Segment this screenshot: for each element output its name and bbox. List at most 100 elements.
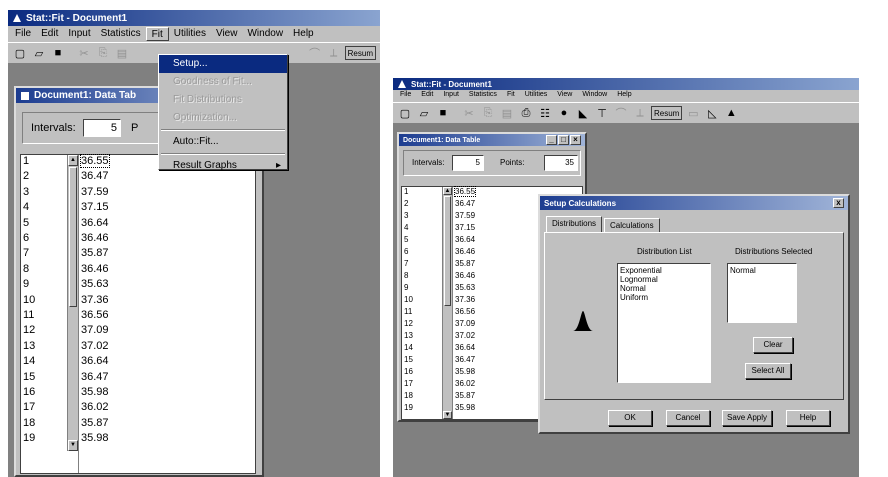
- menu-statistics[interactable]: Statistics: [464, 90, 502, 102]
- resume-button[interactable]: Resum: [651, 106, 683, 120]
- menu-input[interactable]: Input: [438, 90, 464, 102]
- data-cell[interactable]: 36.46: [81, 263, 109, 275]
- scroll-up-arrow-icon[interactable]: ▲: [443, 187, 452, 195]
- dialog-close-icon[interactable]: x: [833, 198, 844, 208]
- paste-icon[interactable]: ▤: [114, 45, 130, 61]
- data-cell[interactable]: 36.56: [455, 307, 475, 316]
- distribution-listbox[interactable]: Exponential Lognormal Normal Uniform: [617, 263, 711, 383]
- scroll-down-arrow-icon[interactable]: ▼: [68, 440, 78, 451]
- data-cell[interactable]: 35.87: [455, 391, 475, 400]
- menu-window[interactable]: Window: [577, 90, 612, 102]
- data-cell[interactable]: 36.46: [455, 247, 475, 256]
- left-intervals-field[interactable]: 5: [83, 119, 121, 137]
- data-cell[interactable]: 37.36: [81, 294, 109, 306]
- data-cell[interactable]: 37.59: [81, 186, 109, 198]
- right-intervals-field[interactable]: 5: [452, 155, 484, 171]
- data-cell[interactable]: 35.98: [455, 367, 475, 376]
- distribution-option[interactable]: Lognormal: [620, 275, 708, 284]
- right-vertical-scrollbar[interactable]: ▲ ▼: [442, 187, 452, 419]
- data-cell[interactable]: 36.55: [453, 186, 477, 197]
- data-cell[interactable]: 35.87: [455, 259, 475, 268]
- distribution-option[interactable]: Exponential: [620, 266, 708, 275]
- data-cell[interactable]: 35.87: [81, 247, 109, 259]
- data-cell[interactable]: 35.63: [81, 278, 109, 290]
- data-cell[interactable]: 36.64: [81, 217, 109, 229]
- menu-view[interactable]: View: [552, 90, 577, 102]
- data-cell[interactable]: 37.02: [455, 331, 475, 340]
- data-cell[interactable]: 35.87: [81, 417, 109, 429]
- menu-input[interactable]: Input: [63, 27, 95, 41]
- save-disk-icon[interactable]: ■: [435, 105, 451, 121]
- comparison-graph-icon[interactable]: ⟂: [326, 45, 342, 61]
- data-cell[interactable]: 37.02: [81, 340, 109, 352]
- open-folder-icon[interactable]: ▱: [416, 105, 432, 121]
- histogram-icon[interactable]: ◣: [575, 105, 591, 121]
- scroll-down-arrow-icon[interactable]: ▼: [443, 411, 452, 419]
- data-cell[interactable]: 36.64: [455, 343, 475, 352]
- distribution-graph-icon[interactable]: ⌒: [613, 105, 629, 121]
- fit-menu-result-graphs[interactable]: Result Graphs ▸: [159, 157, 287, 175]
- statistics-icon[interactable]: ●: [556, 105, 572, 121]
- help-button[interactable]: Help: [786, 410, 830, 426]
- data-cell[interactable]: 36.47: [81, 170, 109, 182]
- table-icon[interactable]: ☷: [537, 105, 553, 121]
- fit-menu-setup[interactable]: Setup...: [159, 55, 287, 73]
- data-cell[interactable]: 37.09: [455, 319, 475, 328]
- data-cell[interactable]: 36.02: [81, 401, 109, 413]
- data-cell[interactable]: 37.36: [455, 295, 475, 304]
- data-cell[interactable]: 36.47: [455, 199, 475, 208]
- distribution-option[interactable]: Normal: [730, 266, 794, 275]
- ok-button[interactable]: OK: [608, 410, 652, 426]
- new-file-icon[interactable]: ▢: [397, 105, 413, 121]
- scroll-thumb[interactable]: [69, 167, 77, 307]
- menu-statistics[interactable]: Statistics: [96, 27, 146, 41]
- maximize-icon[interactable]: □: [558, 135, 569, 145]
- select-all-button[interactable]: Select All: [745, 363, 791, 379]
- data-cell[interactable]: 35.98: [455, 403, 475, 412]
- menu-edit[interactable]: Edit: [416, 90, 438, 102]
- menu-utilities[interactable]: Utilities: [520, 90, 553, 102]
- data-cell[interactable]: 36.64: [81, 355, 109, 367]
- distribution-graph-icon[interactable]: ⌒: [307, 45, 323, 61]
- tab-distributions[interactable]: Distributions: [546, 216, 603, 232]
- new-file-icon[interactable]: ▢: [12, 45, 28, 61]
- blank-tool-icon[interactable]: ▭: [685, 105, 701, 121]
- menu-fit[interactable]: Fit: [502, 90, 520, 102]
- menu-utilities[interactable]: Utilities: [169, 27, 211, 41]
- distribution-option[interactable]: Normal: [620, 284, 708, 293]
- menu-file[interactable]: File: [395, 90, 416, 102]
- data-cell[interactable]: 37.15: [81, 201, 109, 213]
- menu-window[interactable]: Window: [242, 27, 288, 41]
- data-cell[interactable]: 35.98: [81, 386, 109, 398]
- data-cell[interactable]: 35.98: [81, 432, 109, 444]
- data-cell[interactable]: 35.63: [455, 283, 475, 292]
- data-cell[interactable]: 37.09: [81, 324, 109, 336]
- save-disk-icon[interactable]: ■: [50, 45, 66, 61]
- data-cell[interactable]: 36.02: [455, 379, 475, 388]
- auto-fit-icon[interactable]: ▲: [723, 105, 739, 121]
- copy-icon[interactable]: ⎘: [95, 45, 111, 61]
- resume-button[interactable]: Resum: [344, 46, 376, 60]
- scroll-up-arrow-icon[interactable]: ▲: [68, 155, 78, 166]
- data-cell[interactable]: 36.46: [81, 232, 109, 244]
- comparison-graph-icon[interactable]: ⟂: [632, 105, 648, 121]
- open-folder-icon[interactable]: ▱: [31, 45, 47, 61]
- data-cell[interactable]: 36.46: [455, 271, 475, 280]
- data-cell[interactable]: 36.64: [455, 235, 475, 244]
- tab-calculations[interactable]: Calculations: [604, 218, 660, 232]
- print-icon[interactable]: ⎙: [518, 105, 534, 121]
- menu-help[interactable]: Help: [288, 27, 319, 41]
- data-cell[interactable]: 36.47: [81, 371, 109, 383]
- menu-file[interactable]: File: [10, 27, 36, 41]
- menu-help[interactable]: Help: [612, 90, 636, 102]
- cancel-button[interactable]: Cancel: [666, 410, 710, 426]
- cut-icon[interactable]: ✂: [76, 45, 92, 61]
- menu-view[interactable]: View: [211, 27, 243, 41]
- scroll-thumb[interactable]: [444, 196, 451, 306]
- fit-menu-auto-fit[interactable]: Auto::Fit...: [159, 133, 287, 151]
- cumulative-icon[interactable]: ◺: [704, 105, 720, 121]
- distribution-option[interactable]: Uniform: [620, 293, 708, 302]
- minimize-icon[interactable]: _: [546, 135, 557, 145]
- data-cell[interactable]: 36.56: [81, 309, 109, 321]
- menu-fit[interactable]: Fit: [145, 27, 169, 41]
